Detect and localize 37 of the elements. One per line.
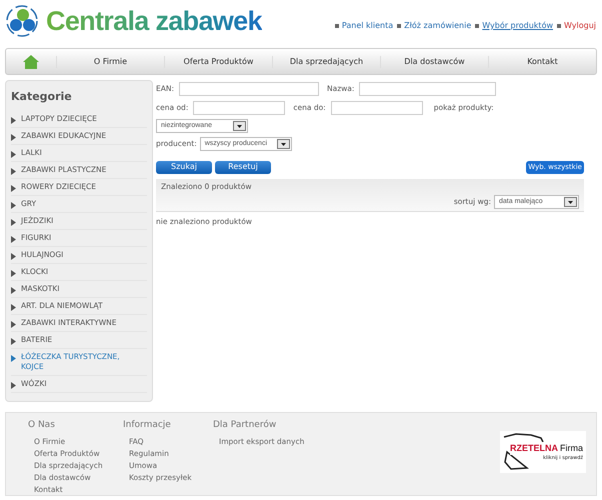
triangle-icon [11,134,16,140]
header-link[interactable]: Wyloguj [564,20,596,32]
triangle-icon [11,270,16,276]
name-field[interactable] [359,82,496,96]
triangle-icon [11,252,16,260]
footer-heading: Informacje [123,419,172,432]
nav-link[interactable]: Kontakt [488,56,596,68]
ean-field[interactable] [179,82,320,96]
triangle-icon [11,202,16,208]
header-link[interactable]: Złóż zamówienie [404,20,472,32]
triangle-icon [11,218,16,226]
footer-heading: Dla Partnerów [213,419,278,432]
triangle-icon [11,382,16,388]
logo-icon [6,5,38,37]
nav-link[interactable]: Oferta Produktów [164,56,272,68]
nav-link[interactable]: Dla dostawców [380,56,488,68]
nav-link[interactable]: Dla sprzedających [272,56,380,68]
header-link[interactable]: Wybór produktów [482,20,553,32]
triangle-icon [11,354,16,362]
nav-link[interactable]: O Firmie [56,56,164,68]
sidebar-title: Kategorie [11,89,73,105]
badge-word: RZETELNA [510,442,558,455]
header-link[interactable]: Panel klienta [342,20,394,32]
triangle-icon [11,116,16,124]
triangle-icon [11,150,16,158]
triangle-icon [11,320,16,328]
price-to-field[interactable] [330,100,423,114]
search-button[interactable]: Szukaj [156,160,212,174]
triangle-icon [11,286,16,294]
price-from-field[interactable] [193,100,286,114]
footer-heading: O Nas [28,419,56,432]
reset-button[interactable]: Resetuj [215,160,271,174]
triangle-icon [11,304,16,310]
triangle-icon [11,168,16,174]
triangle-icon [11,236,16,242]
triangle-icon [11,184,16,192]
triangle-icon [11,338,16,344]
